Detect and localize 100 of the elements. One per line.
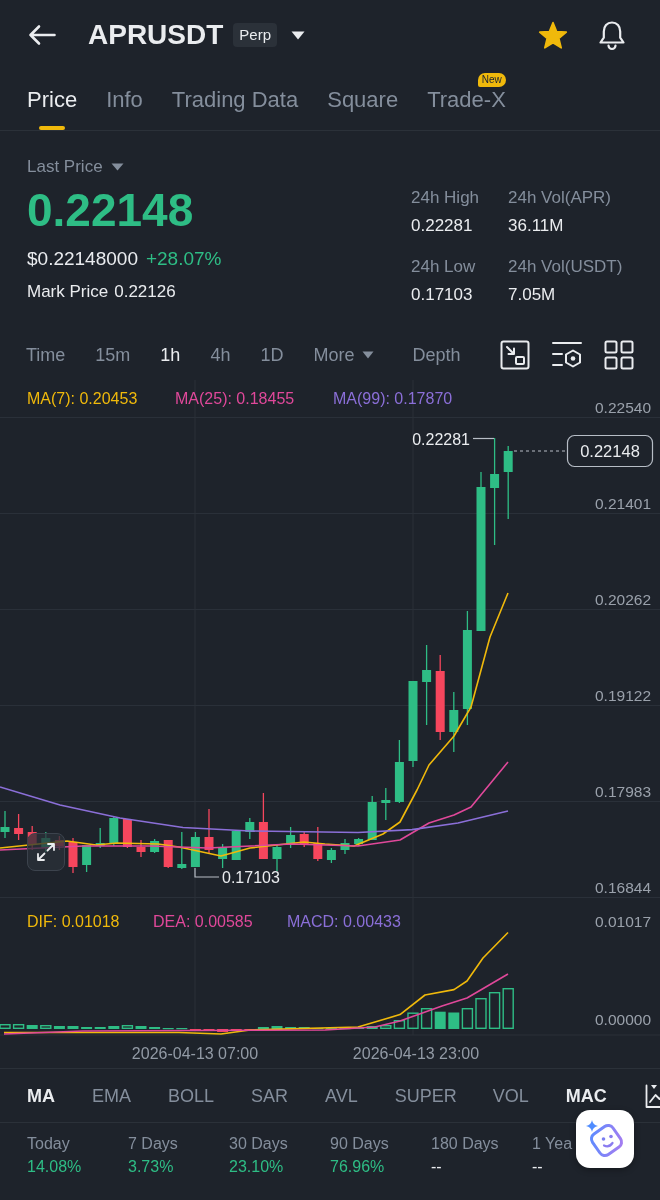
- indicator-tab[interactable]: VOL: [492, 1083, 529, 1108]
- caret-down-icon: [110, 163, 124, 171]
- stat-label: 24h Vol(USDT): [508, 256, 623, 278]
- interval-tab[interactable]: More: [313, 343, 375, 367]
- price-axis-label: 0.16844: [594, 879, 651, 896]
- usd-price: $0.22148000: [27, 247, 138, 271]
- tab[interactable]: Info: [106, 88, 143, 130]
- period-label: 1 Yea: [532, 1134, 573, 1154]
- period-change: 76.96%: [330, 1157, 385, 1177]
- price-axis-label: 0.19122: [594, 687, 651, 704]
- tab[interactable]: Trading Data: [171, 88, 299, 130]
- tab[interactable]: Trade-X: [427, 88, 506, 130]
- indicator-tab[interactable]: EMA: [92, 1083, 131, 1108]
- macd-bar: [271, 1026, 283, 1029]
- candlestick: [177, 831, 187, 870]
- candlestick: [231, 830, 241, 861]
- candlestick: [313, 826, 323, 862]
- ma-legend: MA(25): 0.18455: [175, 390, 295, 407]
- back-icon[interactable]: [28, 24, 56, 46]
- last-price: 0.22148: [27, 185, 194, 235]
- candlestick: [95, 827, 105, 849]
- stat-value: 0.22281: [411, 215, 473, 237]
- candlestick: [367, 795, 377, 841]
- period-label: 180 Days: [431, 1134, 499, 1154]
- current-price-line: [513, 450, 567, 452]
- indicator-tab[interactable]: AVL: [325, 1083, 358, 1108]
- candlestick: [109, 816, 119, 847]
- stat-label: 24h Low: [411, 256, 476, 278]
- pair-title[interactable]: APRUSDT: [88, 19, 224, 51]
- period-change: --: [431, 1157, 442, 1177]
- star-icon[interactable]: [538, 20, 568, 50]
- ma-legend: MA(99): 0.17870: [333, 390, 453, 407]
- macd-legend: DEA: 0.00585: [153, 913, 253, 930]
- candlestick: [0, 810, 10, 839]
- new-badge: New: [477, 73, 506, 87]
- current-price-tag: 0.22148: [566, 434, 654, 468]
- interval-tab[interactable]: 1h: [160, 343, 181, 367]
- indicator-tab[interactable]: MAC: [565, 1083, 607, 1108]
- caret-down-icon[interactable]: [291, 30, 306, 40]
- tab[interactable]: Price: [27, 88, 78, 130]
- candlestick: [68, 837, 78, 874]
- ma-legend: MA(7): 0.20453: [27, 390, 138, 407]
- period-label: 7 Days: [128, 1134, 178, 1154]
- price-axis-label: 0.22540: [594, 399, 651, 416]
- candlestick: [163, 839, 173, 869]
- tab[interactable]: Square: [327, 88, 399, 130]
- candlestick: [394, 739, 404, 804]
- interval-tab[interactable]: Time: [26, 343, 66, 367]
- macd-axis-label: 0.00000: [594, 1011, 651, 1028]
- bell-icon[interactable]: [598, 19, 626, 51]
- lines-hexagon-icon[interactable]: [551, 340, 583, 370]
- period-change: 14.08%: [27, 1157, 82, 1177]
- time-axis-label: 2026-04-13 23:00: [352, 1045, 480, 1062]
- stat-value: 36.11M: [508, 215, 564, 237]
- interval-tab[interactable]: Depth: [412, 343, 461, 367]
- indicator-tab[interactable]: BOLL: [168, 1083, 215, 1108]
- change-percent: +28.07%: [145, 247, 222, 271]
- period-label: 90 Days: [330, 1134, 389, 1154]
- candlestick: [286, 826, 296, 849]
- stat-value: 7.05M: [508, 284, 556, 306]
- high-price-label: 0.22281: [412, 431, 470, 448]
- stat-value: 0.17103: [411, 284, 473, 306]
- macd-legend: DIF: 0.01018: [27, 913, 120, 930]
- macd-bar: [448, 1012, 460, 1029]
- period-change: --: [532, 1157, 543, 1177]
- candlestick: [14, 813, 24, 841]
- price-axis-label: 0.20262: [594, 591, 651, 608]
- mark-price-value: 0.22126: [114, 281, 176, 303]
- candlestick: [354, 837, 364, 847]
- caret-down-icon: [362, 351, 375, 359]
- price-axis-label: 0.17983: [594, 783, 651, 800]
- grid-icon[interactable]: [604, 340, 634, 370]
- low-price-label: 0.17103: [222, 868, 280, 886]
- price-type-dropdown[interactable]: Last Price: [27, 156, 124, 178]
- macd-legend: MACD: 0.00433: [287, 913, 401, 930]
- stat-label: 24h Vol(APR): [508, 187, 611, 209]
- diagonal-arrows-icon: [35, 841, 57, 863]
- candlestick: [136, 839, 146, 858]
- assistant-button[interactable]: [576, 1110, 634, 1168]
- period-label: Today: [27, 1134, 70, 1154]
- interval-tab[interactable]: 4h: [210, 343, 231, 367]
- fullscreen-button[interactable]: [27, 833, 65, 871]
- stat-label: 24h High: [411, 187, 480, 209]
- price-axis-label: 0.21401: [594, 495, 651, 512]
- indicator-tab[interactable]: SAR: [251, 1083, 289, 1108]
- candlestick: [245, 817, 255, 840]
- period-change: 3.73%: [128, 1157, 174, 1177]
- time-axis-label: 2026-04-13 07:00: [131, 1045, 259, 1062]
- candlestick: [190, 831, 200, 868]
- macd-bar: [434, 1011, 446, 1029]
- interval-tab[interactable]: 1D: [260, 343, 284, 367]
- interval-tab[interactable]: 15m: [95, 343, 131, 367]
- contract-badge: Perp: [233, 23, 278, 47]
- macd-bar: [502, 988, 514, 1029]
- candlestick: [340, 838, 350, 855]
- candlestick: [258, 792, 268, 860]
- indicator-tab[interactable]: MA: [27, 1083, 55, 1108]
- candlestick: [82, 844, 92, 873]
- period-change: 23.10%: [229, 1157, 284, 1177]
- indicator-tab[interactable]: SUPER: [394, 1083, 457, 1108]
